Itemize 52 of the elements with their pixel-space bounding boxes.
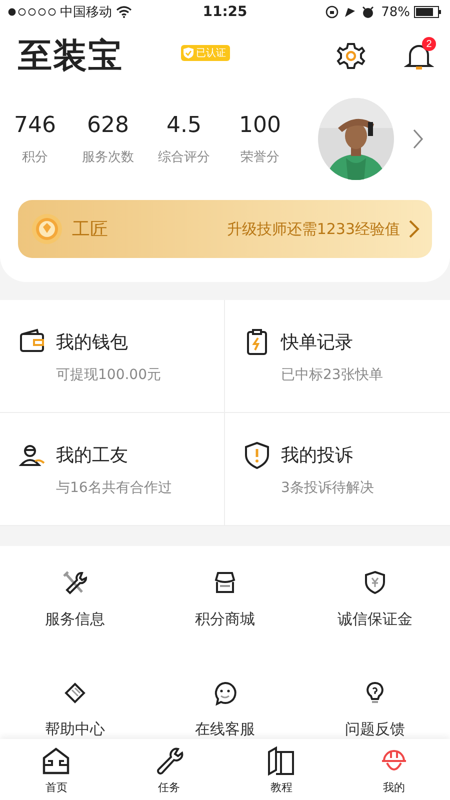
notification-count: 2 [422, 37, 436, 51]
upgrade-message: 升级技师还需1233经验值 [226, 220, 400, 238]
clock-time: 11:25 [202, 4, 248, 20]
stat-value: 4.5 [166, 112, 202, 138]
service-label[interactable]: 问题反馈 [345, 720, 405, 739]
card-title: 我的钱包 [56, 331, 128, 354]
house-icon [41, 746, 72, 776]
service-label[interactable]: 服务信息 [45, 610, 105, 629]
tab-button[interactable]: 教程 [225, 739, 338, 800]
wifi-icon [116, 6, 132, 18]
sun-medal-icon [30, 212, 64, 246]
card-title: 快单记录 [281, 331, 353, 354]
tab-button[interactable]: 我的 [338, 739, 450, 800]
chevron-right-icon [408, 219, 420, 239]
stat-label: 荣誉分 [240, 148, 280, 166]
store-icon[interactable] [212, 570, 238, 596]
service-label[interactable]: 帮助中心 [45, 720, 105, 739]
service-label[interactable]: 在线客服 [195, 720, 255, 739]
menu-card[interactable]: 快单记录 已中标23张快单 [225, 300, 450, 413]
app-title: 至装宝 [18, 35, 123, 78]
card-subtitle: 3条投诉待解决 [280, 479, 375, 497]
card-title: 我的投诉 [281, 444, 353, 467]
battery-percent: 78% [381, 4, 410, 20]
card-subtitle: 与16名共有合作过 [55, 479, 173, 497]
stat-label: 服务次数 [82, 148, 134, 166]
stat-value: 746 [14, 112, 56, 138]
tools-icon[interactable] [62, 570, 88, 596]
card-title: 我的工友 [56, 444, 128, 467]
settings-button[interactable] [336, 41, 366, 71]
service-label[interactable]: 诚信保证金 [338, 610, 412, 629]
chevron-right-icon[interactable] [412, 128, 424, 150]
tab-button[interactable]: 首页 [0, 739, 112, 800]
rank-label: 工匠 [72, 218, 108, 241]
stat-value: 100 [239, 112, 281, 138]
service-label[interactable]: 积分商城 [195, 610, 255, 629]
smile-bubble-icon[interactable] [212, 680, 238, 706]
carrier-name: 中国移动 [60, 4, 112, 21]
book-icon [266, 746, 296, 776]
battery-icon [414, 6, 442, 18]
stat-label: 积分 [22, 148, 48, 166]
stat-label: 综合评分 [158, 148, 210, 166]
verified-badge: 已认证 [181, 45, 230, 61]
menu-card[interactable]: 我的投诉 3条投诉待解决 [225, 413, 450, 526]
shield-icon [243, 441, 271, 469]
tab-button[interactable]: 任务 [112, 739, 225, 800]
menu-card[interactable]: 我的工友 与16名共有合作过 [0, 413, 225, 526]
yuan-shield-icon[interactable] [362, 570, 388, 596]
card-subtitle: 已中标23张快单 [280, 366, 384, 384]
signal-icon [8, 8, 56, 16]
card-subtitle: 可提现100.00元 [55, 366, 162, 384]
menu-card[interactable]: 我的钱包 可提现100.00元 [0, 300, 225, 413]
stat-value: 628 [87, 112, 129, 138]
